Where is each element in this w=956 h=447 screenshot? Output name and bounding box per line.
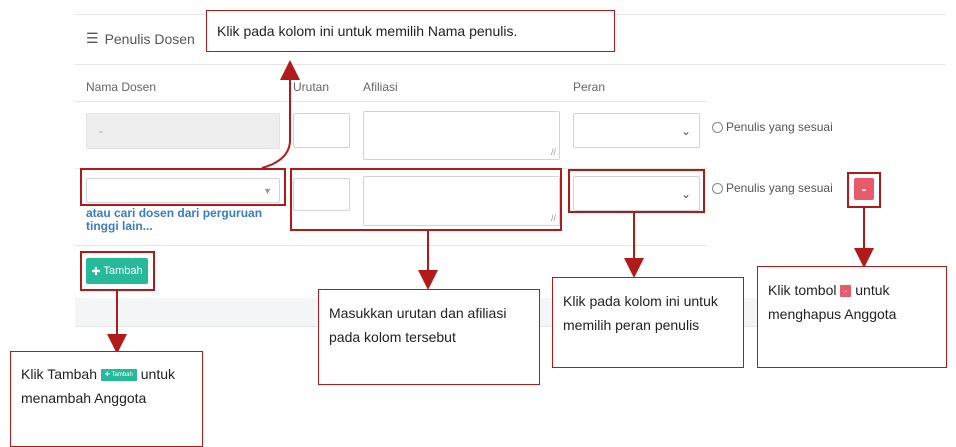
callout-hapus: Klik tombol - untuk menghapus Anggota xyxy=(757,266,947,368)
mini-tambah-label: Tambah xyxy=(111,372,133,379)
callout-hapus-before: Klik tombol xyxy=(768,282,837,298)
callout-tambah: Klik Tambah ✚ Tambah untuk menambah Angg… xyxy=(10,351,203,447)
callout-peran: Klik pada kolom ini untuk memilih peran … xyxy=(552,277,744,368)
mini-tambah-button-icon: ✚ Tambah xyxy=(100,369,137,382)
mini-delete-button-icon: - xyxy=(840,285,852,298)
callout-urutan-afiliasi: Masukkan urutan dan afiliasi pada kolom … xyxy=(318,289,540,385)
callout-nama: Klik pada kolom ini untuk memilih Nama p… xyxy=(206,10,615,52)
callout-tambah-before: Klik Tambah xyxy=(21,366,98,382)
